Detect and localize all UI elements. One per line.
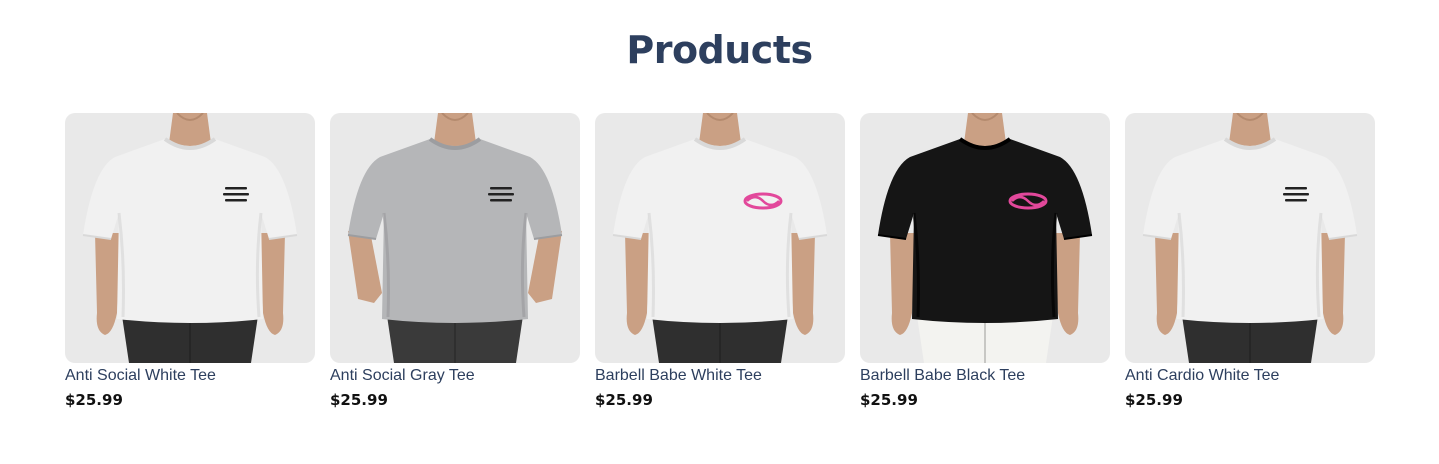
product-image[interactable]: [1125, 113, 1375, 363]
product-photo: [612, 113, 828, 363]
product-image[interactable]: [595, 113, 845, 363]
product-photo: [347, 113, 563, 363]
product-photo: [877, 113, 1093, 363]
product-image[interactable]: [860, 113, 1110, 363]
product-photo: [1142, 113, 1358, 363]
shirt-graphic-icon: [488, 187, 514, 202]
product-price: $25.99: [330, 391, 388, 409]
product-card[interactable]: Anti Cardio White Tee $25.99: [1125, 113, 1375, 410]
product-price: $25.99: [595, 391, 653, 409]
product-image[interactable]: [330, 113, 580, 363]
product-card[interactable]: Barbell Babe Black Tee $25.99: [860, 113, 1110, 410]
product-card[interactable]: Barbell Babe White Tee $25.99: [595, 113, 845, 410]
product-price: $25.99: [860, 391, 918, 409]
product-photo: [82, 113, 298, 363]
product-grid: Anti Social White Tee $25.99 Anti Social…: [65, 113, 1375, 410]
product-price: $25.99: [65, 391, 123, 409]
product-price: $25.99: [1125, 391, 1183, 409]
product-name[interactable]: Anti Cardio White Tee: [1125, 366, 1375, 386]
product-name[interactable]: Barbell Babe Black Tee: [860, 366, 1110, 386]
product-card[interactable]: Anti Social White Tee $25.99: [65, 113, 315, 410]
page-title: Products: [626, 28, 813, 72]
shirt-graphic-icon: [223, 187, 249, 202]
product-name[interactable]: Anti Social Gray Tee: [330, 366, 580, 386]
shirt-graphic-icon: [1283, 187, 1309, 202]
product-name[interactable]: Barbell Babe White Tee: [595, 366, 845, 386]
product-name[interactable]: Anti Social White Tee: [65, 366, 315, 386]
product-card[interactable]: Anti Social Gray Tee $25.99: [330, 113, 580, 410]
product-image[interactable]: [65, 113, 315, 363]
